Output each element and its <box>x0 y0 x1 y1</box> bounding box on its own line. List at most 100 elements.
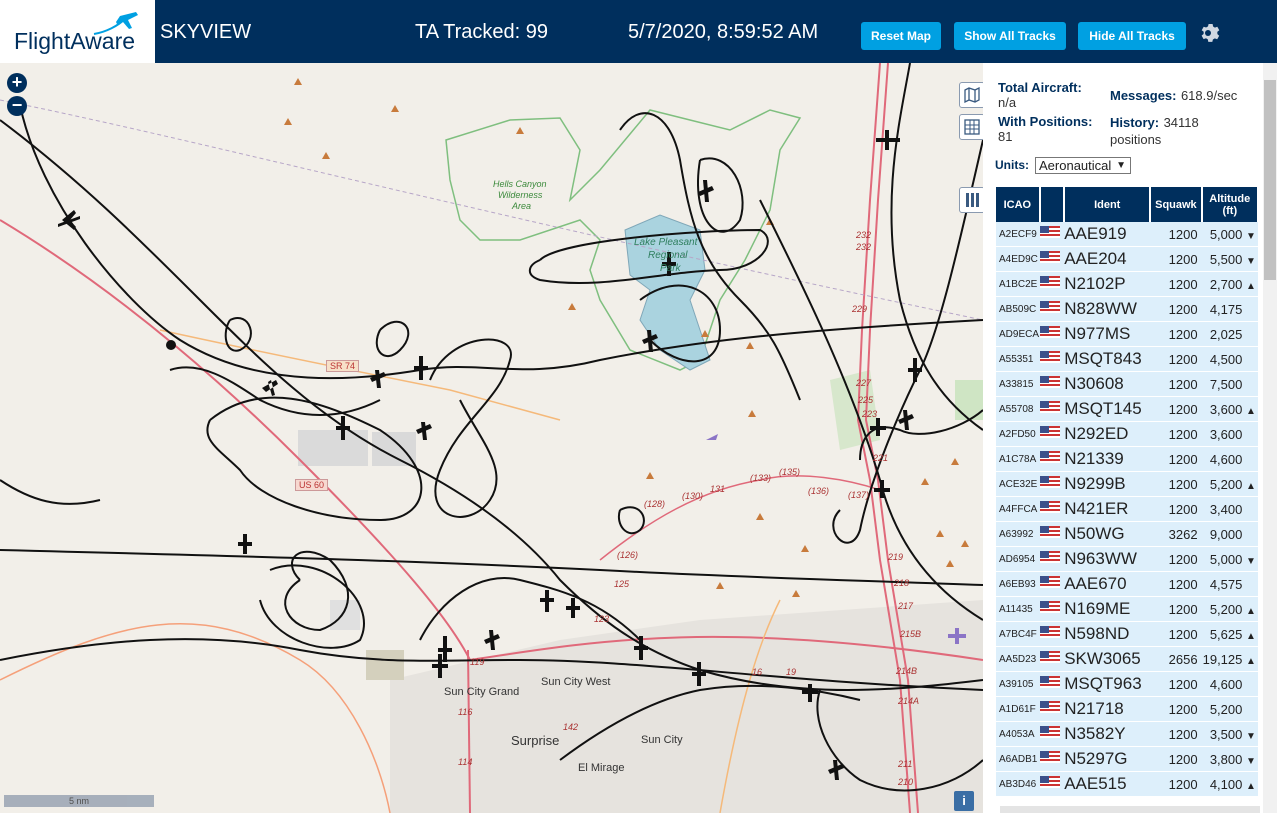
altitude-cell: 4,600 <box>1201 671 1258 697</box>
gear-icon[interactable] <box>1196 21 1220 45</box>
show-all-tracks-button[interactable]: Show All Tracks <box>954 22 1066 50</box>
hide-all-tracks-button[interactable]: Hide All Tracks <box>1078 22 1186 50</box>
col-icao[interactable]: ICAO <box>996 187 1041 222</box>
icao-cell: AB509C <box>996 296 1040 322</box>
stat-history: History: 34118 positions <box>1110 114 1199 147</box>
flightaware-logo[interactable]: FlightAware <box>0 0 155 63</box>
altitude-cell: 3,400 <box>1201 496 1258 522</box>
columns-toggle-button[interactable] <box>959 187 983 213</box>
zoom-out-button[interactable]: − <box>7 96 27 116</box>
table-row[interactable]: A55351 MSQT843 1200 4,500 <box>996 346 1258 372</box>
table-row[interactable]: A7BC4F N598ND 1200 5,625 ▲ <box>996 621 1258 647</box>
map-grid-button[interactable] <box>959 114 983 140</box>
us-flag-icon <box>1039 721 1065 747</box>
table-row[interactable]: A4ED9C AAE204 1200 5,500 ▼ <box>996 246 1258 272</box>
aircraft-sidebar: Total Aircraft: n/a With Positions: 81 M… <box>983 63 1277 813</box>
units-select[interactable]: Aeronautical ▼ <box>1035 157 1131 174</box>
altitude-cell: 19,125 ▲ <box>1201 646 1258 672</box>
total-aircraft-label: Total Aircraft: <box>998 80 1082 95</box>
table-row[interactable]: A4FFCA N421ER 1200 3,400 <box>996 496 1258 522</box>
altitude-cell: 5,000 ▼ <box>1201 222 1258 247</box>
table-row[interactable]: A39105 MSQT963 1200 4,600 <box>996 671 1258 697</box>
squawk-cell: 1200 <box>1150 621 1202 647</box>
squawk-cell: 1200 <box>1150 496 1202 522</box>
table-row[interactable]: AB509C N828WW 1200 4,175 <box>996 296 1258 322</box>
sidebar-scrollbar-thumb[interactable] <box>1264 80 1276 280</box>
icao-cell: AD9ECA <box>996 321 1040 347</box>
squawk-cell: 3262 <box>1150 521 1202 547</box>
altitude-header-unit: (ft) <box>1222 204 1238 217</box>
road-number: 125 <box>614 579 630 589</box>
zoom-in-button[interactable]: + <box>7 73 27 93</box>
table-row[interactable]: A2FD50 N292ED 1200 3,600 <box>996 421 1258 447</box>
squawk-cell: 1200 <box>1150 222 1202 247</box>
road-number: 210 <box>898 777 914 787</box>
road-number: 218 <box>894 578 910 588</box>
messages-value: 618.9/sec <box>1180 88 1238 103</box>
road-number: (136) <box>808 486 830 496</box>
table-row[interactable]: AA5D23 SKW3065 2656 19,125 ▲ <box>996 646 1258 672</box>
us-flag-icon <box>1039 421 1065 447</box>
history-label: History: <box>1110 115 1160 130</box>
reset-map-button[interactable]: Reset Map <box>861 22 941 50</box>
altitude-value: 4,600 <box>1209 676 1243 692</box>
altitude-cell: 3,600 ▲ <box>1201 396 1258 422</box>
altitude-cell: 3,800 ▼ <box>1201 746 1258 772</box>
road-number: 119 <box>470 657 485 667</box>
icao-cell: A4053A <box>996 721 1040 747</box>
altitude-cell: 4,600 <box>1201 446 1258 472</box>
trend-icon: ▲ <box>1246 630 1256 642</box>
table-row[interactable]: A6ADB1 N5297G 1200 3,800 ▼ <box>996 746 1258 772</box>
col-altitude[interactable]: Altitude (ft) <box>1201 187 1260 222</box>
squawk-cell: 1200 <box>1150 421 1202 447</box>
ident-cell: N169ME <box>1064 596 1151 622</box>
table-row[interactable]: A63992 N50WG 3262 9,000 <box>996 521 1258 547</box>
squawk-cell: 1200 <box>1150 771 1202 797</box>
grid-icon <box>964 119 980 135</box>
table-row[interactable]: A55708 MSQT145 1200 3,600 ▲ <box>996 396 1258 422</box>
table-row[interactable]: AD6954 N963WW 1200 5,000 ▼ <box>996 546 1258 572</box>
col-squawk[interactable]: Squawk <box>1150 187 1203 222</box>
stat-positions: With Positions: 81 <box>998 114 1093 144</box>
icao-cell: A1C78A <box>996 446 1040 472</box>
us-flag-icon <box>1039 696 1065 722</box>
table-horizontal-scrollbar[interactable] <box>1000 806 1260 813</box>
table-row[interactable]: A6EB93 AAE670 1200 4,575 <box>996 571 1258 597</box>
messages-label: Messages: <box>1110 88 1177 103</box>
table-row[interactable]: A1D61F N21718 1200 5,200 <box>996 696 1258 722</box>
us-flag-icon <box>1039 571 1065 597</box>
logo-text: FlightAware <box>14 28 136 54</box>
table-row[interactable]: A33815 N30608 1200 7,500 <box>996 371 1258 397</box>
table-row[interactable]: A4053A N3582Y 1200 3,500 ▼ <box>996 721 1258 747</box>
map-layers-button[interactable] <box>959 82 983 108</box>
ident-cell: MSQT843 <box>1064 346 1151 372</box>
altitude-cell: 9,000 <box>1201 521 1258 547</box>
altitude-value: 3,800 <box>1209 751 1243 767</box>
table-row[interactable]: A1C78A N21339 1200 4,600 <box>996 446 1258 472</box>
trend-icon: ▼ <box>1246 730 1256 742</box>
table-row[interactable]: AB3D46 AAE515 1200 4,100 ▲ <box>996 771 1258 797</box>
table-row[interactable]: A2ECF9 AAE919 1200 5,000 ▼ <box>996 222 1258 247</box>
altitude-value: 5,200 <box>1209 476 1243 492</box>
trend-icon: ▲ <box>1246 280 1256 292</box>
table-row[interactable]: ACE32E N9299B 1200 5,200 ▲ <box>996 471 1258 497</box>
map-canvas[interactable]: Hells Canyon Wilderness Area Lake Pleasa… <box>0 63 983 813</box>
table-row[interactable]: A11435 N169ME 1200 5,200 ▲ <box>996 596 1258 622</box>
map-label: Lake Pleasant <box>634 237 698 248</box>
stat-messages: Messages: 618.9/sec <box>1110 87 1237 105</box>
route-shield: US 60 <box>295 479 329 491</box>
us-flag-icon <box>1039 321 1065 347</box>
altitude-value: 4,500 <box>1209 351 1243 367</box>
history-unit: positions <box>1110 132 1162 147</box>
road-number: 225 <box>858 395 874 405</box>
map-icon <box>964 87 980 103</box>
table-row[interactable]: A1BC2E N2102P 1200 2,700 ▲ <box>996 271 1258 297</box>
info-button[interactable]: i <box>954 791 974 811</box>
col-ident[interactable]: Ident <box>1064 187 1152 222</box>
ident-cell: N977MS <box>1064 321 1151 347</box>
table-row[interactable]: AD9ECA N977MS 1200 2,025 <box>996 321 1258 347</box>
altitude-cell: 4,100 ▲ <box>1201 771 1258 797</box>
road-number: (130) <box>682 491 704 501</box>
ident-cell: N21339 <box>1064 446 1151 472</box>
ident-cell: N2102P <box>1064 271 1151 297</box>
